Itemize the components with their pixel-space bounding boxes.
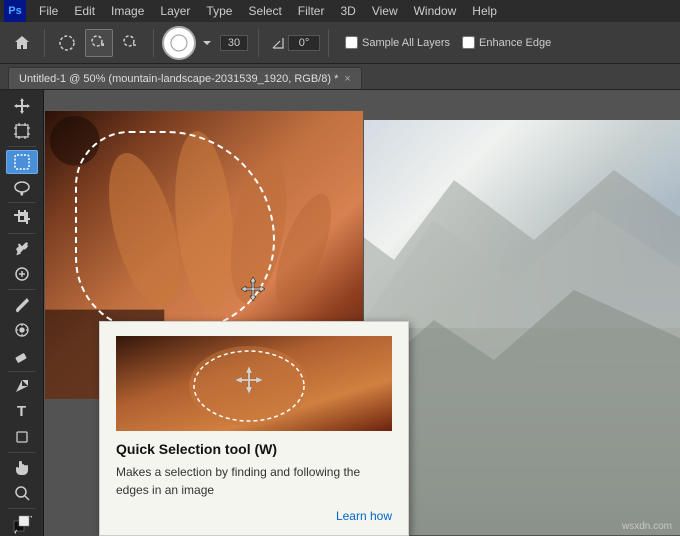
tool-separator-3 <box>8 233 36 234</box>
crop-icon <box>14 210 30 226</box>
menu-image[interactable]: Image <box>104 2 151 20</box>
sample-all-layers-group: Sample All Layers <box>345 36 450 49</box>
menu-3d[interactable]: 3D <box>333 2 362 20</box>
tab-title: Untitled-1 @ 50% (mountain-landscape-203… <box>19 73 338 85</box>
eyedropper-icon <box>14 241 30 257</box>
clone-tool[interactable] <box>6 318 38 342</box>
brush-size-preview[interactable] <box>162 26 196 60</box>
lasso-icon <box>13 178 31 196</box>
canvas-area: Quick Selection tool (W) Makes a selecti… <box>44 90 680 536</box>
toolbar-separator-4 <box>328 29 329 57</box>
tool-separator-5 <box>8 371 36 372</box>
pen-tool[interactable] <box>6 374 38 398</box>
tool-separator-4 <box>8 289 36 290</box>
crop-tool[interactable] <box>6 206 38 230</box>
brush-size-group: 30 <box>220 35 248 51</box>
toolbar-separator-3 <box>258 29 259 57</box>
tooltip-title: Quick Selection tool (W) <box>116 441 392 457</box>
enhance-edge-label[interactable]: Enhance Edge <box>479 37 551 49</box>
brush-size-dropdown[interactable] <box>200 29 214 57</box>
brush-icon <box>14 297 30 313</box>
shape-icon <box>14 429 30 445</box>
text-icon: T <box>17 403 26 420</box>
enhance-edge-checkbox[interactable] <box>462 36 475 49</box>
angle-icon <box>271 36 285 50</box>
tool-separator-7 <box>8 508 36 509</box>
tooltip-thumbnail <box>116 336 392 431</box>
eraser-tool[interactable] <box>6 343 38 367</box>
eyedropper-tool[interactable] <box>6 237 38 261</box>
toolbar-separator-1 <box>44 29 45 57</box>
subtract-selection-button[interactable] <box>117 29 145 57</box>
text-tool[interactable]: T <box>6 400 38 424</box>
tooltip-thumb-svg <box>116 336 392 431</box>
foreground-color[interactable] <box>6 512 38 536</box>
menu-filter[interactable]: Filter <box>291 2 332 20</box>
menu-type[interactable]: Type <box>199 2 239 20</box>
menu-help[interactable]: Help <box>465 2 504 20</box>
menu-layer[interactable]: Layer <box>153 2 197 20</box>
pen-icon <box>14 378 30 394</box>
menu-file[interactable]: File <box>32 2 65 20</box>
heal-icon <box>14 266 30 282</box>
brush-tool[interactable] <box>6 293 38 317</box>
home-button[interactable] <box>8 29 36 57</box>
shape-tool[interactable] <box>6 425 38 449</box>
tool-separator-6 <box>8 452 36 453</box>
eraser-icon <box>14 348 30 364</box>
tooltip-description: Makes a selection by finding and followi… <box>116 463 392 499</box>
menu-edit[interactable]: Edit <box>67 2 102 20</box>
tab-close-button[interactable]: × <box>344 73 350 85</box>
tool-separator-2 <box>8 202 36 203</box>
new-selection-button[interactable] <box>53 29 81 57</box>
move-icon <box>13 97 31 115</box>
heal-tool[interactable] <box>6 262 38 286</box>
menu-view[interactable]: View <box>365 2 405 20</box>
fg-bg-color-icon <box>12 514 32 534</box>
quick-selection-tool[interactable] <box>6 150 38 174</box>
tooltip-box: Quick Selection tool (W) Makes a selecti… <box>99 321 409 536</box>
brush-size-value[interactable]: 30 <box>220 35 248 51</box>
main-content: T <box>0 90 680 536</box>
left-toolbar: T <box>0 90 44 536</box>
clone-icon <box>14 322 30 338</box>
sample-all-layers-label[interactable]: Sample All Layers <box>362 37 450 49</box>
artboard-tool[interactable] <box>6 119 38 143</box>
tool-separator-1 <box>8 146 36 147</box>
menu-window[interactable]: Window <box>407 2 464 20</box>
angle-input[interactable] <box>288 35 320 51</box>
tab-bar: Untitled-1 @ 50% (mountain-landscape-203… <box>0 64 680 90</box>
options-bar: 30 Sample All Layers Enhance Edge <box>0 22 680 64</box>
lasso-tool[interactable] <box>6 175 38 199</box>
quick-selection-icon <box>13 153 31 171</box>
artboard-icon <box>14 123 30 139</box>
angle-group <box>271 35 320 51</box>
add-selection-button[interactable] <box>85 29 113 57</box>
document-tab[interactable]: Untitled-1 @ 50% (mountain-landscape-203… <box>8 67 362 89</box>
tooltip-learn-how-link[interactable]: Learn how <box>336 509 392 523</box>
menu-select[interactable]: Select <box>241 2 288 20</box>
hand-icon <box>14 460 30 476</box>
watermark: wsxdn.com <box>622 521 672 532</box>
zoom-tool[interactable] <box>6 481 38 505</box>
sample-all-layers-checkbox[interactable] <box>345 36 358 49</box>
enhance-edge-group: Enhance Edge <box>462 36 551 49</box>
toolbar-separator-2 <box>153 29 154 57</box>
ps-logo: Ps <box>4 0 26 22</box>
hand-tool[interactable] <box>6 456 38 480</box>
move-tool[interactable] <box>6 94 38 118</box>
menu-bar: Ps File Edit Image Layer Type Select Fil… <box>0 0 680 22</box>
zoom-icon <box>14 485 30 501</box>
